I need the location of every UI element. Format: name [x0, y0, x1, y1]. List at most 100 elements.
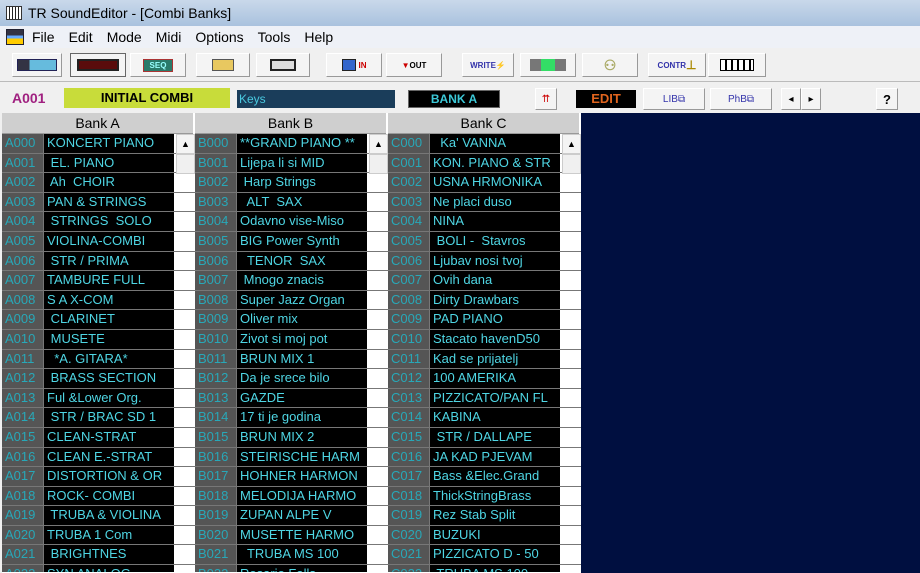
- list-item[interactable]: B022Rosario Falls: [195, 565, 388, 572]
- list-item[interactable]: C009 PAD PIANO: [388, 310, 581, 330]
- list-item[interactable]: C022 TRUBA MS 100: [388, 565, 581, 572]
- list-item[interactable]: C006 Ljubav nosi tvoj: [388, 251, 581, 272]
- list-item[interactable]: A017 DISTORTION & OR: [2, 467, 195, 487]
- list-item[interactable]: A019 TRUBA & VIOLINA: [2, 506, 195, 526]
- list-item[interactable]: C014 KABINA: [388, 408, 581, 428]
- scroll-up-button[interactable]: ▲: [369, 134, 388, 154]
- list-item[interactable]: A002 Ah CHOIR: [2, 173, 195, 193]
- list-item[interactable]: A013 Ful &Lower Org.: [2, 388, 195, 409]
- list-item[interactable]: A018 ROCK- COMBI: [2, 486, 195, 507]
- display-button[interactable]: [70, 53, 126, 77]
- list-item[interactable]: A016 CLEAN E.-STRAT: [2, 447, 195, 468]
- list-item[interactable]: B003 ALT SAX: [195, 192, 388, 213]
- list-item[interactable]: B021 TRUBA MS 100: [195, 545, 388, 566]
- library-button[interactable]: LIB ⧉: [643, 88, 705, 110]
- list-item[interactable]: B011 BRUN MIX 1: [195, 349, 388, 370]
- menu-tools[interactable]: Tools: [258, 29, 291, 45]
- list-item[interactable]: B020 MUSETTE HARMO: [195, 525, 388, 546]
- save-button[interactable]: [256, 53, 310, 77]
- list-item[interactable]: B017 HOHNER HARMON: [195, 467, 388, 487]
- list-item[interactable]: C002 USNA HRMONIKA: [388, 173, 581, 193]
- scroll-up-button[interactable]: ▲: [562, 134, 581, 154]
- scrollbar[interactable]: ▲: [369, 134, 388, 174]
- prev-button[interactable]: ◂: [781, 88, 801, 110]
- scroll-thumb[interactable]: [562, 154, 581, 174]
- list-item[interactable]: A009 CLARINET: [2, 310, 195, 330]
- list-item[interactable]: A021 BRIGHTNES: [2, 545, 195, 566]
- list-item[interactable]: A012 BRASS SECTION: [2, 369, 195, 389]
- list-item[interactable]: C003 Ne placi duso: [388, 192, 581, 213]
- list-item[interactable]: A022SYN ANALOG: [2, 565, 195, 572]
- list-item[interactable]: C012 100 AMERIKA: [388, 369, 581, 389]
- document-icon[interactable]: [6, 29, 24, 45]
- list-item[interactable]: C011 Kad se prijatelj: [388, 349, 581, 370]
- connect-button[interactable]: ⚇: [582, 53, 638, 77]
- list-item[interactable]: C016 JA KAD PJEVAM: [388, 447, 581, 468]
- help-button[interactable]: ?: [876, 88, 898, 110]
- menu-midi[interactable]: Midi: [156, 29, 182, 45]
- menu-edit[interactable]: Edit: [69, 29, 93, 45]
- list-item[interactable]: A003 PAN & STRINGS: [2, 192, 195, 213]
- list-item[interactable]: B009 Oliver mix: [195, 310, 388, 330]
- list-item[interactable]: C008 Dirty Drawbars: [388, 290, 581, 311]
- midi-out-button[interactable]: ▼ OUT: [386, 53, 442, 77]
- menu-help[interactable]: Help: [304, 29, 333, 45]
- list-item[interactable]: B012 Da je srece bilo: [195, 369, 388, 389]
- list-item[interactable]: C007 Ovih dana: [388, 271, 581, 291]
- device-button[interactable]: [520, 53, 576, 77]
- list-item[interactable]: B014 17 ti je godina: [195, 408, 388, 428]
- list-item[interactable]: B004 Odavno vise-Miso: [195, 212, 388, 232]
- list-item[interactable]: A015 CLEAN-STRAT: [2, 427, 195, 448]
- scrollbar[interactable]: ▲: [176, 134, 195, 174]
- list-item[interactable]: A004 STRINGS SOLO: [2, 212, 195, 232]
- list-item[interactable]: B013 GAZDE: [195, 388, 388, 409]
- transfer-button[interactable]: ⇈: [535, 88, 557, 110]
- phonebook-button[interactable]: PhB ⧉: [710, 88, 772, 110]
- list-item[interactable]: B008 Super Jazz Organ: [195, 290, 388, 311]
- scroll-thumb[interactable]: [369, 154, 388, 174]
- list-item[interactable]: C001 KON. PIANO & STR: [388, 153, 581, 174]
- list-item[interactable]: B006 TENOR SAX: [195, 251, 388, 272]
- list-item[interactable]: A007 TAMBURE FULL: [2, 271, 195, 291]
- list-item[interactable]: B019 ZUPAN ALPE V: [195, 506, 388, 526]
- list-item[interactable]: B015 BRUN MIX 2: [195, 427, 388, 448]
- list-item[interactable]: B016 STEIRISCHE HARM: [195, 447, 388, 468]
- program-name-field[interactable]: INITIAL COMBI: [64, 88, 230, 108]
- controller-button[interactable]: CONTR ⊥: [648, 53, 706, 77]
- list-item[interactable]: B010 Zivot si moj pot: [195, 329, 388, 350]
- bank-selector[interactable]: BANK A: [408, 90, 500, 108]
- scrollbar[interactable]: ▲: [562, 134, 581, 174]
- list-item[interactable]: C018 ThickStringBrass: [388, 486, 581, 507]
- list-item[interactable]: B002 Harp Strings: [195, 173, 388, 193]
- list-item[interactable]: B000 **GRAND PIANO **: [195, 134, 388, 154]
- keyboard-button[interactable]: [708, 53, 766, 77]
- list-item[interactable]: A006 STR / PRIMA: [2, 251, 195, 272]
- envelope-button[interactable]: [12, 53, 62, 77]
- list-item[interactable]: A001 EL. PIANO: [2, 153, 195, 174]
- list-item[interactable]: C000 Ka' VANNA: [388, 134, 581, 154]
- seq-button[interactable]: SEQ: [130, 53, 186, 77]
- list-item[interactable]: C020 BUZUKI: [388, 525, 581, 546]
- list-item[interactable]: C013 PIZZICATO/PAN FL: [388, 388, 581, 409]
- list-item[interactable]: C004 NINA: [388, 212, 581, 232]
- write-button[interactable]: WRITE ⚡: [462, 53, 514, 77]
- open-button[interactable]: [196, 53, 250, 77]
- scroll-thumb[interactable]: [176, 154, 195, 174]
- next-button[interactable]: ▸: [801, 88, 821, 110]
- edit-button[interactable]: EDIT: [576, 90, 636, 108]
- list-item[interactable]: A008 S A X-COM: [2, 290, 195, 311]
- category-field[interactable]: Keys: [237, 90, 395, 108]
- list-item[interactable]: B005 BIG Power Synth: [195, 231, 388, 252]
- list-item[interactable]: B018 MELODIJA HARMO: [195, 486, 388, 507]
- list-item[interactable]: C010 Stacato havenD50: [388, 329, 581, 350]
- list-item[interactable]: A010 MUSETE: [2, 329, 195, 350]
- list-item[interactable]: C005 BOLI - Stavros: [388, 231, 581, 252]
- list-item[interactable]: A000 KONCERT PIANO: [2, 134, 195, 154]
- list-item[interactable]: B007 Mnogo znacis: [195, 271, 388, 291]
- list-item[interactable]: B001 Lijepa li si MID: [195, 153, 388, 174]
- list-item[interactable]: A005 VIOLINA-COMBI: [2, 231, 195, 252]
- menu-options[interactable]: Options: [195, 29, 243, 45]
- scroll-up-button[interactable]: ▲: [176, 134, 195, 154]
- list-item[interactable]: C019 Rez Stab Split: [388, 506, 581, 526]
- list-item[interactable]: C021 PIZZICATO D - 50: [388, 545, 581, 566]
